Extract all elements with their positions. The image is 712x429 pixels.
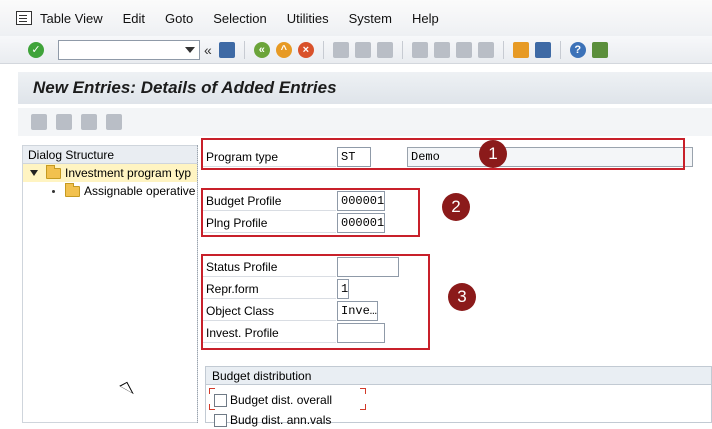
- annotation-badge-3: 3: [448, 283, 476, 311]
- tree-item-label: Assignable operative: [84, 184, 196, 198]
- menu-edit[interactable]: Edit: [123, 11, 145, 26]
- tree-item-investment-program-type[interactable]: Investment program typ: [23, 164, 197, 182]
- command-field[interactable]: [58, 39, 200, 60]
- toolbar-separator: [401, 40, 403, 59]
- system-menu-icon[interactable]: [16, 11, 32, 25]
- save-icon[interactable]: [218, 41, 235, 58]
- page-title: New Entries: Details of Added Entries: [33, 78, 337, 97]
- menu-help[interactable]: Help: [412, 11, 439, 26]
- toolbar-separator: [322, 40, 324, 59]
- budget-dist-overall-row[interactable]: Budget dist. overall: [214, 391, 332, 409]
- title-bar: New Entries: Details of Added Entries: [18, 72, 712, 104]
- exit-icon[interactable]: ^: [275, 41, 292, 58]
- budget-dist-overall-checkbox[interactable]: [214, 393, 227, 407]
- shortcut-icon[interactable]: [534, 41, 551, 58]
- chevron-down-icon[interactable]: [185, 46, 195, 53]
- undo-change-icon[interactable]: [81, 114, 97, 130]
- menu-table-view[interactable]: Table View: [40, 11, 103, 26]
- enter-check-icon[interactable]: ✓: [28, 41, 44, 58]
- toolbar-separator: [502, 40, 504, 59]
- focus-corner: [360, 388, 366, 394]
- annotation-box-3: [201, 254, 430, 350]
- help-icon[interactable]: ?: [569, 41, 586, 58]
- budget-distribution-group: Budget distribution Budget dist. overall…: [205, 366, 712, 427]
- menu-bar: Table View Edit Goto Selection Utilities…: [0, 0, 712, 36]
- menu-utilities[interactable]: Utilities: [287, 11, 329, 26]
- next-entry-icon[interactable]: [106, 114, 122, 130]
- create-session-icon[interactable]: [512, 41, 529, 58]
- application-toolbar: [18, 108, 712, 136]
- standard-toolbar: ✓ « « ^ × ?: [0, 36, 712, 64]
- folder-icon: [65, 182, 80, 197]
- tree-item-label: Investment program typ: [65, 166, 192, 180]
- find-icon[interactable]: [354, 41, 371, 58]
- annotation-box-1: [201, 138, 685, 170]
- budget-dist-annual-checkbox[interactable]: [214, 413, 227, 427]
- budget-distribution-title: Budget distribution: [206, 367, 711, 385]
- back-double-arrow-icon[interactable]: «: [204, 42, 212, 58]
- find-next-icon[interactable]: [376, 41, 393, 58]
- dialog-structure-panel: Dialog Structure Investment program typ …: [22, 145, 198, 423]
- cancel-icon[interactable]: ×: [297, 41, 314, 58]
- focus-corner: [360, 404, 366, 410]
- display-change-icon[interactable]: [31, 114, 47, 130]
- folder-open-icon: [46, 164, 61, 179]
- toolbar-separator: [559, 40, 561, 59]
- print-icon[interactable]: [332, 41, 349, 58]
- annotation-badge-1: 1: [479, 140, 507, 168]
- customize-layout-icon[interactable]: [591, 41, 608, 58]
- first-page-icon[interactable]: [411, 41, 428, 58]
- tree-item-assignable-operative[interactable]: Assignable operative: [23, 182, 197, 200]
- delete-entry-icon[interactable]: [56, 114, 72, 130]
- dialog-structure-header: Dialog Structure: [23, 146, 197, 164]
- menu-goto[interactable]: Goto: [165, 11, 193, 26]
- last-page-icon[interactable]: [477, 41, 494, 58]
- next-page-icon[interactable]: [455, 41, 472, 58]
- annotation-badge-2: 2: [442, 193, 470, 221]
- budget-dist-overall-label: Budget dist. overall: [230, 393, 333, 407]
- back-icon[interactable]: «: [253, 41, 270, 58]
- tree-bullet-icon: [52, 189, 55, 193]
- budget-dist-annual-label: Budg dist. ann.vals: [230, 413, 332, 427]
- menu-system[interactable]: System: [349, 11, 392, 26]
- budget-dist-annual-row[interactable]: Budg dist. ann.vals: [214, 411, 331, 429]
- expand-triangle-icon[interactable]: [30, 170, 38, 176]
- previous-page-icon[interactable]: [433, 41, 450, 58]
- menu-selection[interactable]: Selection: [213, 11, 266, 26]
- annotation-box-2: [201, 188, 420, 237]
- toolbar-separator: [243, 40, 245, 59]
